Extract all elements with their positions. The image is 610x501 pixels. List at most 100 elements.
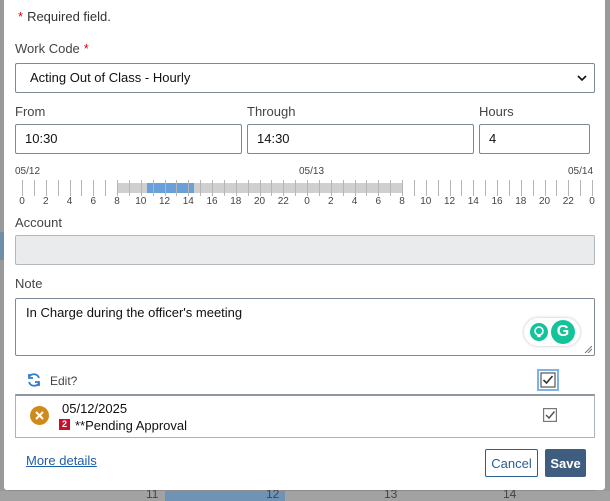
timeline-tick <box>366 180 368 196</box>
timeline-hour-label: 10 <box>135 196 147 207</box>
timeline-date: 05/13 <box>299 166 325 177</box>
entry-checkbox[interactable] <box>543 408 557 422</box>
timeline-hour-label: 6 <box>90 196 97 207</box>
timeline-hour-label: 20 <box>538 196 551 207</box>
timeline-tick <box>580 180 582 196</box>
grammarly-widget[interactable]: G <box>524 318 580 346</box>
timeline-tick <box>69 180 71 196</box>
timeline-tick <box>390 180 392 196</box>
timeline-hour-label: 0 <box>19 196 25 207</box>
through-input[interactable]: 14:30 <box>247 124 474 154</box>
entry-card: 05/12/2025 2 **Pending Approval <box>15 394 595 438</box>
timeline-tick <box>592 180 593 196</box>
resize-grip-icon[interactable] <box>584 345 592 353</box>
timeline-tick <box>413 180 415 196</box>
edit-label: Edit? <box>50 374 78 388</box>
through-label: Through <box>247 104 296 119</box>
from-input[interactable]: 10:30 <box>15 124 242 154</box>
hours-input[interactable]: 4 <box>479 124 590 154</box>
timeline-hour-label: 4 <box>66 196 73 207</box>
timeline-tick <box>473 180 475 196</box>
timeline-hour-label: 16 <box>491 196 503 207</box>
chevron-down-icon <box>577 75 587 82</box>
timeline-tick <box>342 180 344 196</box>
timeline-tick <box>402 180 403 196</box>
note-text: In Charge during the officer's meeting <box>26 305 243 320</box>
timeline-tick <box>81 180 83 196</box>
timeline-hour-label: 8 <box>114 196 120 207</box>
timeline-hour-label: 6 <box>375 196 382 207</box>
timeline-tick <box>544 180 546 196</box>
more-details-link[interactable]: More details <box>26 453 97 468</box>
timeline-hour-label: 0 <box>304 196 310 207</box>
timeline-tick <box>22 180 23 196</box>
timeline-tick <box>105 180 107 196</box>
account-label: Account <box>15 215 62 230</box>
timeline-tick <box>437 180 439 196</box>
shift-timeline: 05/12 05/13 05/14 0 2 4 6 8 10 12 14 16 18 20 22 0 2 4… <box>15 166 599 210</box>
timeline-tick <box>307 180 308 196</box>
grammarly-icon[interactable]: G <box>551 320 575 344</box>
timeline-hour-label: 0 <box>589 196 595 207</box>
timeline-tick <box>212 180 213 196</box>
edit-row: Edit? <box>15 368 595 394</box>
timeline-hour-label: 12 <box>443 196 456 207</box>
timeline-tick <box>176 180 178 196</box>
timeline-hour-label: 14 <box>467 196 479 207</box>
time-entry-dialog: * Required field. Work Code * Acting Out o… <box>4 0 605 490</box>
edit-checkbox[interactable] <box>537 369 559 391</box>
timeline-tick <box>235 180 237 196</box>
timeline-tick <box>117 180 118 196</box>
timeline-hour-label: 2 <box>42 196 49 207</box>
hours-label: Hours <box>479 104 514 119</box>
timeline-tick <box>57 180 59 196</box>
timeline-tick <box>497 180 498 196</box>
timeline-tick <box>188 180 190 196</box>
cancel-button[interactable]: Cancel <box>485 449 538 477</box>
timeline-hour-label: 22 <box>562 196 574 207</box>
timeline-tick <box>461 180 463 196</box>
note-textarea[interactable]: In Charge during the officer's meeting G <box>15 298 595 356</box>
refresh-icon[interactable] <box>26 372 42 388</box>
timeline-hour-label: 18 <box>230 196 242 207</box>
entry-date: 05/12/2025 <box>62 401 128 416</box>
timeline-hour-label: 14 <box>182 196 194 207</box>
timeline-hour-label: 10 <box>420 196 432 207</box>
timeline-tick <box>485 180 487 196</box>
save-button[interactable]: Save <box>545 449 586 477</box>
timeline-tick <box>45 180 47 196</box>
timeline-tick <box>283 180 285 196</box>
timeline-tick <box>556 180 558 196</box>
work-code-label-text: Work Code <box>15 41 80 56</box>
timeline-hour-label: 18 <box>515 196 527 207</box>
timeline-entry-bar <box>146 183 195 193</box>
cancel-entry-icon[interactable] <box>30 406 49 425</box>
timeline-tick <box>378 180 380 196</box>
required-text: Required field. <box>27 9 111 24</box>
timeline-hour-label: 20 <box>253 196 266 207</box>
timeline-tick <box>425 180 427 196</box>
timeline-hour-label: 22 <box>277 196 289 207</box>
timeline-tick <box>152 180 154 196</box>
timeline-tick <box>508 180 510 196</box>
note-label: Note <box>15 276 43 291</box>
timeline-hour-label: 4 <box>351 196 358 207</box>
account-input <box>15 235 595 265</box>
timeline-tick <box>568 180 570 196</box>
required-note: * Required field. <box>18 9 111 24</box>
entry-status: **Pending Approval <box>75 418 188 433</box>
timeline-tick <box>520 180 522 196</box>
timeline-hour-label: 2 <box>327 196 334 207</box>
timeline-tick <box>330 180 332 196</box>
required-star: * <box>83 41 89 56</box>
count-badge: 2 <box>59 419 70 430</box>
timeline-tick <box>93 180 95 196</box>
work-code-select[interactable]: Acting Out of Class - Hourly <box>15 63 595 93</box>
lightbulb-icon[interactable] <box>530 323 548 341</box>
timeline-tick <box>140 180 142 196</box>
timeline-tick <box>200 180 202 196</box>
timeline-tick <box>164 180 166 196</box>
timeline-hour-label: 12 <box>158 196 171 207</box>
from-label: From <box>15 104 46 119</box>
background-calendar-strip: 11 12 13 14 <box>0 487 610 501</box>
